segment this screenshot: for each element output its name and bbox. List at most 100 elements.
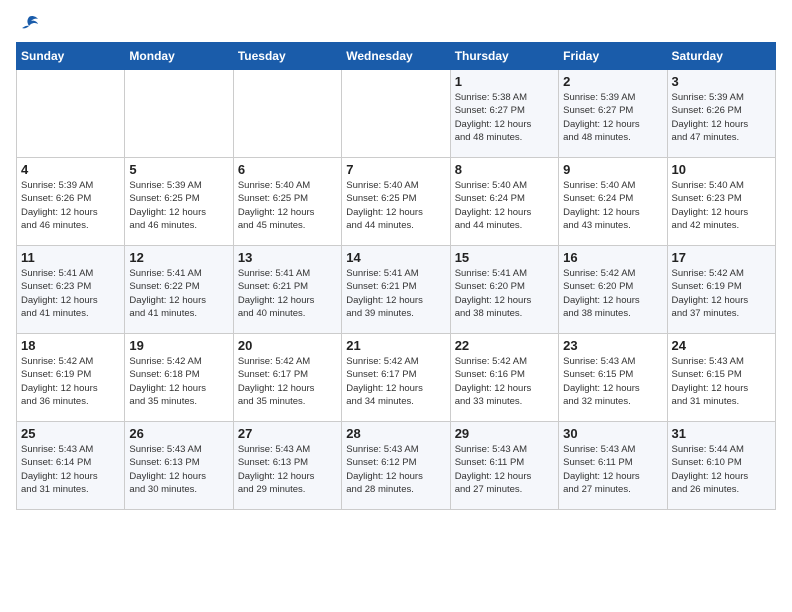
day-info: Sunrise: 5:40 AM Sunset: 6:23 PM Dayligh… [672,179,771,232]
calendar-cell: 30 Sunrise: 5:43 AM Sunset: 6:11 PM Dayli… [559,422,667,510]
day-number: 21 [346,338,445,353]
day-number: 22 [455,338,554,353]
weekday-header: Friday [559,43,667,70]
calendar-cell [342,70,450,158]
calendar-cell: 12Sunrise: 5:41 AM Sunset: 6:22 PM Dayli… [125,246,233,334]
calendar-cell: 25 Sunrise: 5:43 AM Sunset: 6:14 PM Dayli… [17,422,125,510]
calendar-cell: 31 Sunrise: 5:44 AM Sunset: 6:10 PM Dayli… [667,422,775,510]
calendar-cell: 29 Sunrise: 5:43 AM Sunset: 6:11 PM Dayli… [450,422,558,510]
calendar-cell: 14 Sunrise: 5:41 AM Sunset: 6:21 PM Dayli… [342,246,450,334]
day-number: 29 [455,426,554,441]
day-info: Sunrise: 5:39 AM Sunset: 6:27 PM Dayligh… [563,91,662,144]
day-info: Sunrise: 5:40 AM Sunset: 6:24 PM Dayligh… [455,179,554,232]
day-info: Sunrise: 5:41 AM Sunset: 6:20 PM Dayligh… [455,267,554,320]
day-info: Sunrise: 5:42 AM Sunset: 6:19 PM Dayligh… [21,355,120,408]
day-info: Sunrise: 5:43 AM Sunset: 6:15 PM Dayligh… [672,355,771,408]
calendar-cell: 21 Sunrise: 5:42 AM Sunset: 6:17 PM Dayli… [342,334,450,422]
calendar-cell: 1 Sunrise: 5:38 AM Sunset: 6:27 PM Daylig… [450,70,558,158]
calendar-cell: 4 Sunrise: 5:39 AM Sunset: 6:26 PM Daylig… [17,158,125,246]
day-info: Sunrise: 5:43 AM Sunset: 6:15 PM Dayligh… [563,355,662,408]
day-info: Sunrise: 5:43 AM Sunset: 6:11 PM Dayligh… [563,443,662,496]
day-info: Sunrise: 5:42 AM Sunset: 6:16 PM Dayligh… [455,355,554,408]
calendar-cell: 6 Sunrise: 5:40 AM Sunset: 6:25 PM Daylig… [233,158,341,246]
day-number: 9 [563,162,662,177]
day-number: 11 [21,250,120,265]
calendar-cell: 17 Sunrise: 5:42 AM Sunset: 6:19 PM Dayli… [667,246,775,334]
day-number: 13 [238,250,337,265]
day-number: 26 [129,426,228,441]
weekday-header: Sunday [17,43,125,70]
calendar-cell: 24 Sunrise: 5:43 AM Sunset: 6:15 PM Dayli… [667,334,775,422]
day-info: Sunrise: 5:41 AM Sunset: 6:22 PM Dayligh… [129,267,228,320]
logo [16,16,40,32]
day-info: Sunrise: 5:39 AM Sunset: 6:25 PM Dayligh… [129,179,228,232]
calendar-cell: 9 Sunrise: 5:40 AM Sunset: 6:24 PM Daylig… [559,158,667,246]
calendar-cell [233,70,341,158]
day-number: 4 [21,162,120,177]
weekday-header: Monday [125,43,233,70]
calendar-cell: 22 Sunrise: 5:42 AM Sunset: 6:16 PM Dayli… [450,334,558,422]
day-number: 25 [21,426,120,441]
weekday-header: Saturday [667,43,775,70]
calendar-cell: 23 Sunrise: 5:43 AM Sunset: 6:15 PM Dayli… [559,334,667,422]
day-info: Sunrise: 5:42 AM Sunset: 6:19 PM Dayligh… [672,267,771,320]
calendar-cell: 3 Sunrise: 5:39 AM Sunset: 6:26 PM Daylig… [667,70,775,158]
calendar-cell: 8 Sunrise: 5:40 AM Sunset: 6:24 PM Daylig… [450,158,558,246]
calendar-table: SundayMondayTuesdayWednesdayThursdayFrid… [16,42,776,510]
day-info: Sunrise: 5:42 AM Sunset: 6:17 PM Dayligh… [238,355,337,408]
calendar-cell: 2 Sunrise: 5:39 AM Sunset: 6:27 PM Daylig… [559,70,667,158]
calendar-cell: 5 Sunrise: 5:39 AM Sunset: 6:25 PM Daylig… [125,158,233,246]
day-number: 17 [672,250,771,265]
day-info: Sunrise: 5:43 AM Sunset: 6:13 PM Dayligh… [129,443,228,496]
day-number: 14 [346,250,445,265]
weekday-header: Thursday [450,43,558,70]
day-number: 6 [238,162,337,177]
day-info: Sunrise: 5:39 AM Sunset: 6:26 PM Dayligh… [21,179,120,232]
day-number: 31 [672,426,771,441]
calendar-cell [125,70,233,158]
day-number: 30 [563,426,662,441]
day-info: Sunrise: 5:40 AM Sunset: 6:25 PM Dayligh… [238,179,337,232]
day-info: Sunrise: 5:42 AM Sunset: 6:17 PM Dayligh… [346,355,445,408]
calendar-cell: 16 Sunrise: 5:42 AM Sunset: 6:20 PM Dayli… [559,246,667,334]
day-info: Sunrise: 5:43 AM Sunset: 6:11 PM Dayligh… [455,443,554,496]
day-info: Sunrise: 5:39 AM Sunset: 6:26 PM Dayligh… [672,91,771,144]
calendar-cell: 26 Sunrise: 5:43 AM Sunset: 6:13 PM Dayli… [125,422,233,510]
day-number: 8 [455,162,554,177]
calendar-cell [17,70,125,158]
calendar-cell: 7Sunrise: 5:40 AM Sunset: 6:25 PM Daylig… [342,158,450,246]
day-info: Sunrise: 5:43 AM Sunset: 6:12 PM Dayligh… [346,443,445,496]
day-number: 2 [563,74,662,89]
weekday-header: Wednesday [342,43,450,70]
calendar-cell: 27 Sunrise: 5:43 AM Sunset: 6:13 PM Dayli… [233,422,341,510]
calendar-cell: 13Sunrise: 5:41 AM Sunset: 6:21 PM Dayli… [233,246,341,334]
calendar-cell: 10 Sunrise: 5:40 AM Sunset: 6:23 PM Dayli… [667,158,775,246]
day-number: 7 [346,162,445,177]
day-info: Sunrise: 5:42 AM Sunset: 6:20 PM Dayligh… [563,267,662,320]
weekday-header: Tuesday [233,43,341,70]
day-number: 24 [672,338,771,353]
day-number: 10 [672,162,771,177]
day-info: Sunrise: 5:42 AM Sunset: 6:18 PM Dayligh… [129,355,228,408]
day-number: 5 [129,162,228,177]
day-number: 19 [129,338,228,353]
day-number: 18 [21,338,120,353]
day-number: 1 [455,74,554,89]
day-number: 27 [238,426,337,441]
day-number: 15 [455,250,554,265]
calendar-cell: 19 Sunrise: 5:42 AM Sunset: 6:18 PM Dayli… [125,334,233,422]
calendar-cell: 20Sunrise: 5:42 AM Sunset: 6:17 PM Dayli… [233,334,341,422]
calendar-cell: 11Sunrise: 5:41 AM Sunset: 6:23 PM Dayli… [17,246,125,334]
calendar-cell: 15 Sunrise: 5:41 AM Sunset: 6:20 PM Dayli… [450,246,558,334]
day-info: Sunrise: 5:43 AM Sunset: 6:13 PM Dayligh… [238,443,337,496]
logo-bird-icon [18,14,40,36]
day-number: 23 [563,338,662,353]
day-info: Sunrise: 5:44 AM Sunset: 6:10 PM Dayligh… [672,443,771,496]
day-number: 16 [563,250,662,265]
day-info: Sunrise: 5:40 AM Sunset: 6:24 PM Dayligh… [563,179,662,232]
day-info: Sunrise: 5:41 AM Sunset: 6:21 PM Dayligh… [346,267,445,320]
day-info: Sunrise: 5:38 AM Sunset: 6:27 PM Dayligh… [455,91,554,144]
day-number: 3 [672,74,771,89]
day-info: Sunrise: 5:43 AM Sunset: 6:14 PM Dayligh… [21,443,120,496]
page-header [16,16,776,32]
